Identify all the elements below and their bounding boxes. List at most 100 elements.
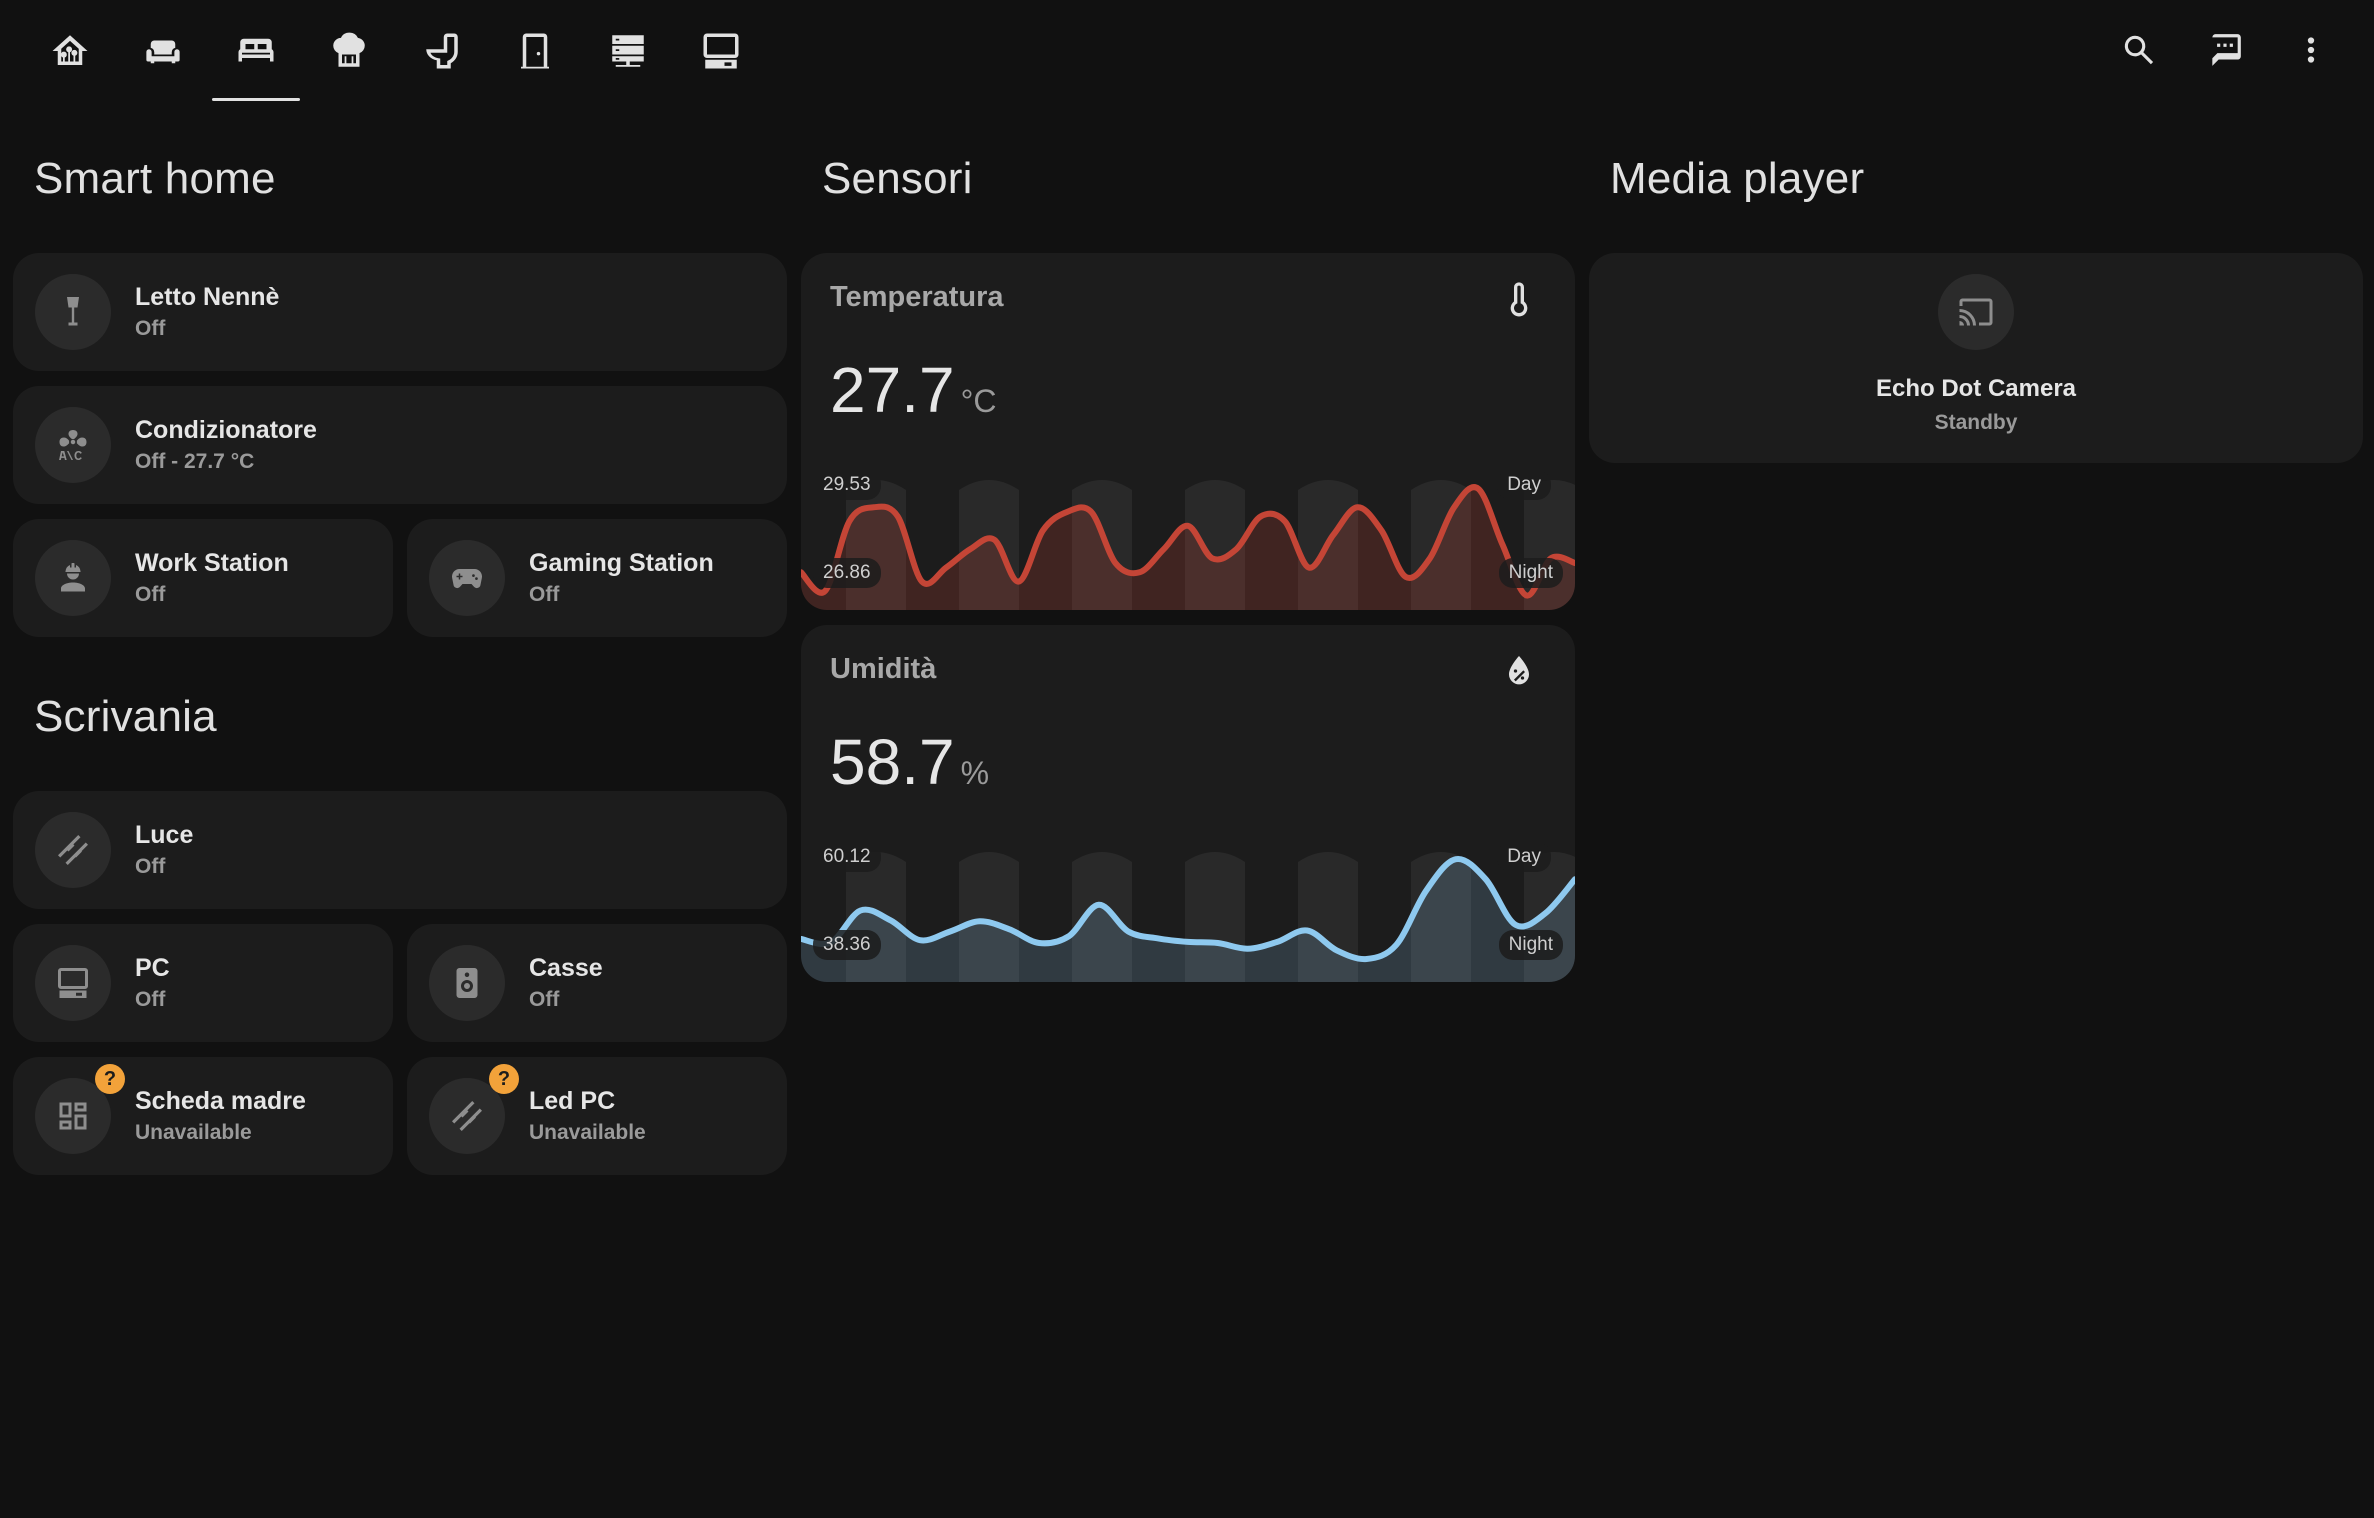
media-icon[interactable] — [1938, 274, 2014, 350]
tile-state: Off — [135, 583, 166, 606]
tile-icon[interactable] — [35, 407, 111, 483]
tile-state: Unavailable — [135, 1121, 252, 1144]
tile-state: Off — [529, 583, 560, 606]
tab-living-room[interactable] — [119, 14, 207, 88]
cast-icon — [1959, 298, 1993, 326]
tile-icon[interactable] — [35, 540, 111, 616]
more-vert-icon — [2307, 37, 2315, 63]
tile-name: Letto Nennè — [135, 283, 280, 311]
gamepad-icon — [451, 569, 483, 589]
server-icon — [612, 35, 644, 67]
sensor-icon — [1499, 651, 1539, 691]
sensor-value: 58.7 — [830, 726, 955, 798]
search-button[interactable] — [2111, 22, 2167, 78]
tab-bedroom[interactable] — [212, 14, 300, 101]
overflow-menu-button[interactable] — [2283, 22, 2339, 78]
tile-name: PC — [135, 954, 170, 982]
tile-state: Off — [135, 855, 166, 878]
tab-server[interactable] — [584, 14, 672, 88]
graph-day-label: Day — [1497, 470, 1551, 500]
tile-letto-nenne[interactable]: Letto Nennè Off — [13, 253, 787, 371]
humidity-history-graph[interactable] — [801, 842, 1575, 982]
unavailable-badge: ? — [489, 1064, 519, 1094]
section-title-smart-home: Smart home — [34, 154, 276, 203]
graph-night-label: Night — [1498, 558, 1563, 588]
assist-button[interactable] — [2197, 22, 2253, 78]
floor-lamp-icon — [67, 297, 79, 326]
tile-luce[interactable]: Luce Off — [13, 791, 787, 909]
tab-bathroom[interactable] — [398, 14, 486, 88]
tile-name: Gaming Station — [529, 549, 714, 577]
sensor-unit: % — [960, 755, 990, 791]
sensor-value-line: 58.7% — [830, 725, 989, 799]
tile-casse[interactable]: Casse Off — [407, 924, 787, 1042]
bed-icon — [238, 38, 274, 62]
tile-icon[interactable]: ? — [429, 1064, 519, 1154]
led-strip-icon — [58, 835, 88, 865]
tile-state: Off — [135, 988, 166, 1011]
tile-state: Off — [529, 988, 560, 1011]
graph-night-label: Night — [1498, 930, 1563, 960]
graph-min-label: 38.36 — [813, 930, 881, 960]
sofa-icon — [146, 40, 180, 64]
sensor-unit: °C — [960, 383, 997, 419]
tile-condizionatore[interactable]: Condizionatore Off - 27.7 °C — [13, 386, 787, 504]
tile-scheda-madre[interactable]: ? Scheda madre Unavailable — [13, 1057, 393, 1175]
tab-entrance[interactable] — [491, 14, 579, 88]
section-title-sensori: Sensori — [822, 154, 973, 203]
graph-min-label: 26.86 — [813, 558, 881, 588]
top-app-bar — [0, 0, 2374, 101]
tile-icon[interactable] — [35, 274, 111, 350]
sensor-card-temperatura[interactable]: Temperatura 27.7 °C 29.53 26.86 Day Night — [801, 253, 1575, 610]
graph-max-label: 29.53 — [813, 470, 881, 500]
tile-work-station[interactable]: Work Station Off — [13, 519, 393, 637]
speaker-icon — [456, 968, 478, 998]
tile-pc[interactable]: PC Off — [13, 924, 393, 1042]
toilet-icon — [426, 33, 458, 69]
door-icon — [521, 33, 549, 69]
tile-name: Led PC — [529, 1087, 616, 1115]
media-state: Standby — [1934, 411, 2018, 434]
unavailable-badge: ? — [95, 1064, 125, 1094]
tile-name: Scheda madre — [135, 1087, 306, 1115]
tile-name: Work Station — [135, 549, 289, 577]
tile-icon[interactable]: ? — [35, 1064, 125, 1154]
account-hard-hat-icon — [61, 563, 85, 592]
graph-max-label: 60.12 — [813, 842, 881, 872]
tab-desk[interactable] — [677, 14, 765, 88]
tile-gaming-station[interactable]: Gaming Station Off — [407, 519, 787, 637]
media-player-card[interactable]: Echo Dot Camera Standby — [1589, 253, 2363, 463]
graph-day-label: Day — [1497, 842, 1551, 872]
sensor-value: 27.7 — [830, 354, 955, 426]
chef-hat-icon — [333, 32, 365, 67]
desktop-tower-icon — [703, 33, 739, 69]
tile-name: Luce — [135, 821, 194, 849]
media-name: Echo Dot Camera — [1875, 375, 2077, 402]
home-circuit-icon — [52, 35, 88, 65]
tile-state: Unavailable — [529, 1121, 646, 1144]
tile-state: Off - 27.7 °C — [135, 450, 255, 473]
section-title-scrivania: Scrivania — [34, 692, 217, 741]
tile-name: Condizionatore — [135, 416, 317, 444]
led-strip-icon — [452, 1101, 482, 1131]
tile-led-pc[interactable]: ? Led PC Unavailable — [407, 1057, 787, 1175]
temperature-history-graph[interactable] — [801, 470, 1575, 610]
sensor-value-line: 27.7 °C — [830, 353, 996, 427]
tile-icon[interactable] — [429, 945, 505, 1021]
assist-chat-icon — [2212, 34, 2241, 66]
air-conditioner-icon — [59, 430, 87, 460]
tab-kitchen[interactable] — [305, 14, 393, 88]
sensor-card-umidita[interactable]: Umidità 58.7% 60.12 38.36 Day Night — [801, 625, 1575, 982]
tile-icon[interactable] — [35, 945, 111, 1021]
sensor-title: Temperatura — [830, 281, 1004, 313]
tab-home[interactable] — [26, 14, 114, 88]
tile-name: Casse — [529, 954, 603, 982]
water-percent-icon — [1509, 656, 1529, 685]
tile-icon[interactable] — [35, 812, 111, 888]
tile-state: Off — [135, 317, 166, 340]
tile-icon[interactable] — [429, 540, 505, 616]
view-dashboard-icon — [59, 1102, 87, 1130]
search-icon — [2124, 35, 2154, 65]
section-title-media-player: Media player — [1610, 154, 1865, 203]
sensor-icon — [1499, 279, 1539, 319]
